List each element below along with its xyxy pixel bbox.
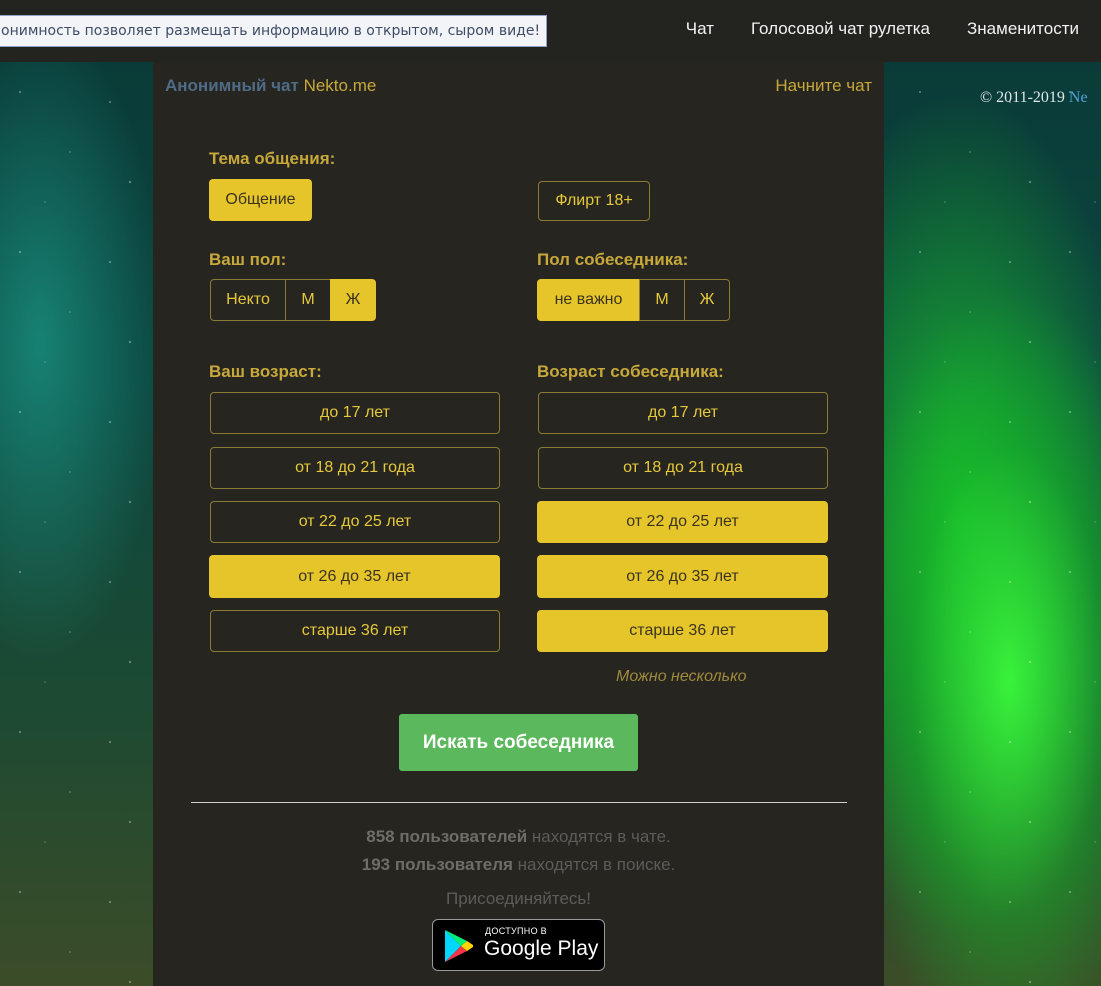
your-age-22-25[interactable]: от 22 до 25 лет — [210, 501, 500, 543]
brand-site-link[interactable]: Nekto.me — [304, 76, 377, 95]
partner-gender-male[interactable]: М — [639, 279, 685, 321]
your-gender-anonymous[interactable]: Некто — [210, 279, 286, 321]
google-play-badge[interactable]: ДОСТУПНО В Google Play — [432, 919, 605, 971]
partner-age-over-36[interactable]: старше 36 лет — [537, 610, 828, 652]
multi-select-hint: Можно несколько — [616, 668, 747, 685]
search-partner-button[interactable]: Искать собеседника — [399, 714, 638, 771]
top-navbar: онимность позволяет размещать информацию… — [0, 0, 1101, 62]
partner-gender-any[interactable]: не важно — [537, 279, 640, 321]
start-chat-link[interactable]: Начните чат — [775, 76, 872, 96]
partner-gender-label: Пол собеседника: — [537, 250, 689, 269]
partner-age-under-17[interactable]: до 17 лет — [538, 392, 828, 434]
stat-searching-text: находятся в поиске. — [512, 855, 676, 874]
google-play-big-text: Google Play — [484, 937, 599, 960]
nav-link-celebrities[interactable]: Знаменитости — [967, 19, 1079, 39]
topic-label: Тема общения: — [209, 149, 336, 168]
partner-gender-selector: не важно М Ж — [537, 279, 730, 321]
stat-in-chat: 858 пользователей находятся в чате. — [153, 827, 884, 847]
stat-in-chat-count: 858 пользователей — [366, 827, 528, 846]
partner-age-label: Возраст собеседника: — [537, 362, 724, 381]
your-gender-selector: Некто М Ж — [210, 279, 376, 321]
stat-in-chat-text: находятся в чате. — [527, 827, 671, 846]
brand: Анонимный чат Nekto.me — [165, 76, 376, 96]
your-gender-male[interactable]: М — [285, 279, 331, 321]
nav-link-voice-roulette[interactable]: Голосовой чат рулетка — [751, 19, 930, 39]
topic-option-flirt[interactable]: Флирт 18+ — [538, 181, 650, 221]
chat-settings-panel: Анонимный чат Nekto.me Начните чат Тема … — [153, 62, 884, 986]
notice-banner: онимность позволяет размещать информацию… — [0, 15, 548, 47]
main-nav: Чат Голосовой чат рулетка Знаменитости — [649, 19, 1079, 39]
nav-link-chat[interactable]: Чат — [686, 19, 714, 39]
your-age-label: Ваш возраст: — [209, 362, 322, 381]
your-age-over-36[interactable]: старше 36 лет — [210, 610, 500, 652]
copyright-link[interactable]: Ne — [1069, 89, 1088, 106]
stat-searching-count: 193 пользователя — [361, 855, 513, 874]
your-age-18-21[interactable]: от 18 до 21 года — [210, 447, 500, 489]
google-play-small-text: ДОСТУПНО В — [485, 926, 547, 936]
your-gender-label: Ваш пол: — [209, 250, 287, 269]
topic-option-general[interactable]: Общение — [209, 179, 312, 221]
your-age-26-35[interactable]: от 26 до 35 лет — [209, 555, 500, 598]
google-play-icon — [445, 930, 473, 962]
partner-age-26-35[interactable]: от 26 до 35 лет — [537, 555, 828, 598]
copyright: © 2011-2019 Ne — [980, 89, 1088, 107]
divider — [191, 802, 847, 803]
copyright-text: © 2011-2019 — [980, 89, 1069, 106]
partner-age-22-25[interactable]: от 22 до 25 лет — [537, 501, 828, 543]
partner-gender-female[interactable]: Ж — [684, 279, 730, 321]
your-gender-female[interactable]: Ж — [330, 279, 376, 321]
partner-age-18-21[interactable]: от 18 до 21 года — [538, 447, 828, 489]
stat-searching: 193 пользователя находятся в поиске. — [153, 855, 884, 875]
brand-title: Анонимный чат — [165, 76, 299, 95]
your-age-under-17[interactable]: до 17 лет — [210, 392, 500, 434]
join-text: Присоединяйтесь! — [445, 889, 592, 908]
